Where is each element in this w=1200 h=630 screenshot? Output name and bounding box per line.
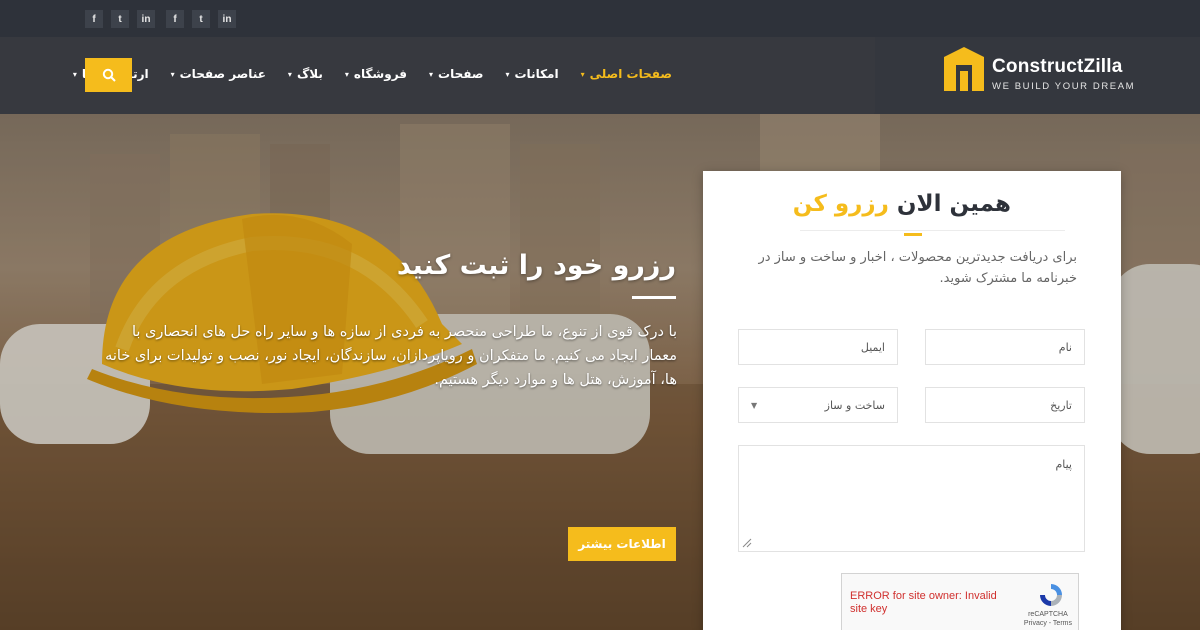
main-nav: صفحات اصلی ▾ امکانات ▾ صفحات ▾ فروشگاه ▾ بلا… [51, 67, 672, 81]
recaptcha-icon [1040, 584, 1062, 606]
nav-label: صفحات [438, 67, 484, 81]
form-title: همین الان رزرو کن [793, 191, 1011, 217]
captcha-error: ERROR for site owner: Invalid site key [850, 590, 997, 615]
select-value: ساخت و ساز [824, 398, 885, 412]
logo-icon[interactable] [942, 45, 986, 91]
recaptcha-widget[interactable]: ERROR for site owner: Invalid site key r… [841, 573, 1079, 630]
title-underline [904, 233, 922, 236]
name-field[interactable]: نام [925, 329, 1085, 365]
nav-label: عناصر صفحات [179, 67, 266, 81]
email-field[interactable]: ایمیل [738, 329, 898, 365]
linkedin-icon[interactable]: in [218, 10, 236, 28]
chevron-down-icon: ▾ [170, 69, 175, 79]
hero-title: رزرو خود را ثبت کنید [396, 250, 676, 281]
form-title-highlight: رزرو کن [792, 191, 889, 217]
captcha-brand: reCAPTCHA [1028, 611, 1068, 618]
nav-item-elements[interactable]: عناصر صفحات ▾ [171, 67, 266, 81]
date-field[interactable]: تاریخ [925, 387, 1085, 423]
nav-item-shop[interactable]: فروشگاه ▾ [345, 67, 407, 81]
message-field[interactable]: پیام [738, 445, 1085, 552]
hero-divider [632, 296, 676, 299]
twitter-icon[interactable]: t [192, 10, 210, 28]
nav-label: بلاگ [296, 67, 323, 81]
chevron-down-icon: ▾ [287, 69, 292, 79]
hero-description: با درک قوی از تنوع، ما طراحی منحصر به فر… [105, 324, 677, 388]
chevron-down-icon: ▾ [429, 69, 434, 79]
resize-grip-icon[interactable] [742, 538, 752, 548]
nav-label: فروشگاه [353, 67, 408, 81]
nav-label: امکانات [514, 67, 559, 81]
captcha-links[interactable]: Privacy - Terms [1024, 619, 1072, 628]
chevron-down-icon: ▾ [580, 69, 585, 79]
search-icon [102, 68, 116, 82]
chevron-down-icon: ▾ [344, 69, 349, 79]
nav-label: صفحات اصلی [589, 67, 672, 81]
logo-title[interactable]: ConstructZilla [992, 56, 1123, 78]
chevron-down-icon: ▾ [72, 69, 77, 79]
facebook-icon[interactable]: f [166, 10, 184, 28]
search-button[interactable] [85, 58, 132, 92]
booking-form-card: همین الان رزرو کن برای دریافت جدیدترین م… [703, 171, 1121, 630]
more-info-button[interactable]: اطلاعات بیشتر [568, 527, 676, 561]
linkedin-icon[interactable]: in [137, 10, 155, 28]
facebook-icon[interactable]: f [85, 10, 103, 28]
service-select[interactable]: ساخت و ساز ▼ [738, 387, 898, 423]
chevron-down-icon: ▾ [505, 69, 510, 79]
nav-item-blog[interactable]: بلاگ ▾ [288, 67, 323, 81]
caret-down-icon: ▼ [751, 400, 758, 410]
top-bar: f t in f t in [0, 0, 1200, 37]
form-title-main: همین الان [896, 191, 1011, 217]
message-placeholder: پیام [1055, 458, 1072, 471]
nav-item-home[interactable]: صفحات اصلی ▾ [581, 67, 672, 81]
form-description: برای دریافت جدیدترین محصولات ، اخبار و س… [758, 250, 1077, 286]
logo-tagline: WE BUILD YOUR DREAM [992, 81, 1136, 92]
nav-item-features[interactable]: امکانات ▾ [505, 67, 558, 81]
twitter-icon[interactable]: t [111, 10, 129, 28]
nav-item-pages[interactable]: صفحات ▾ [429, 67, 483, 81]
